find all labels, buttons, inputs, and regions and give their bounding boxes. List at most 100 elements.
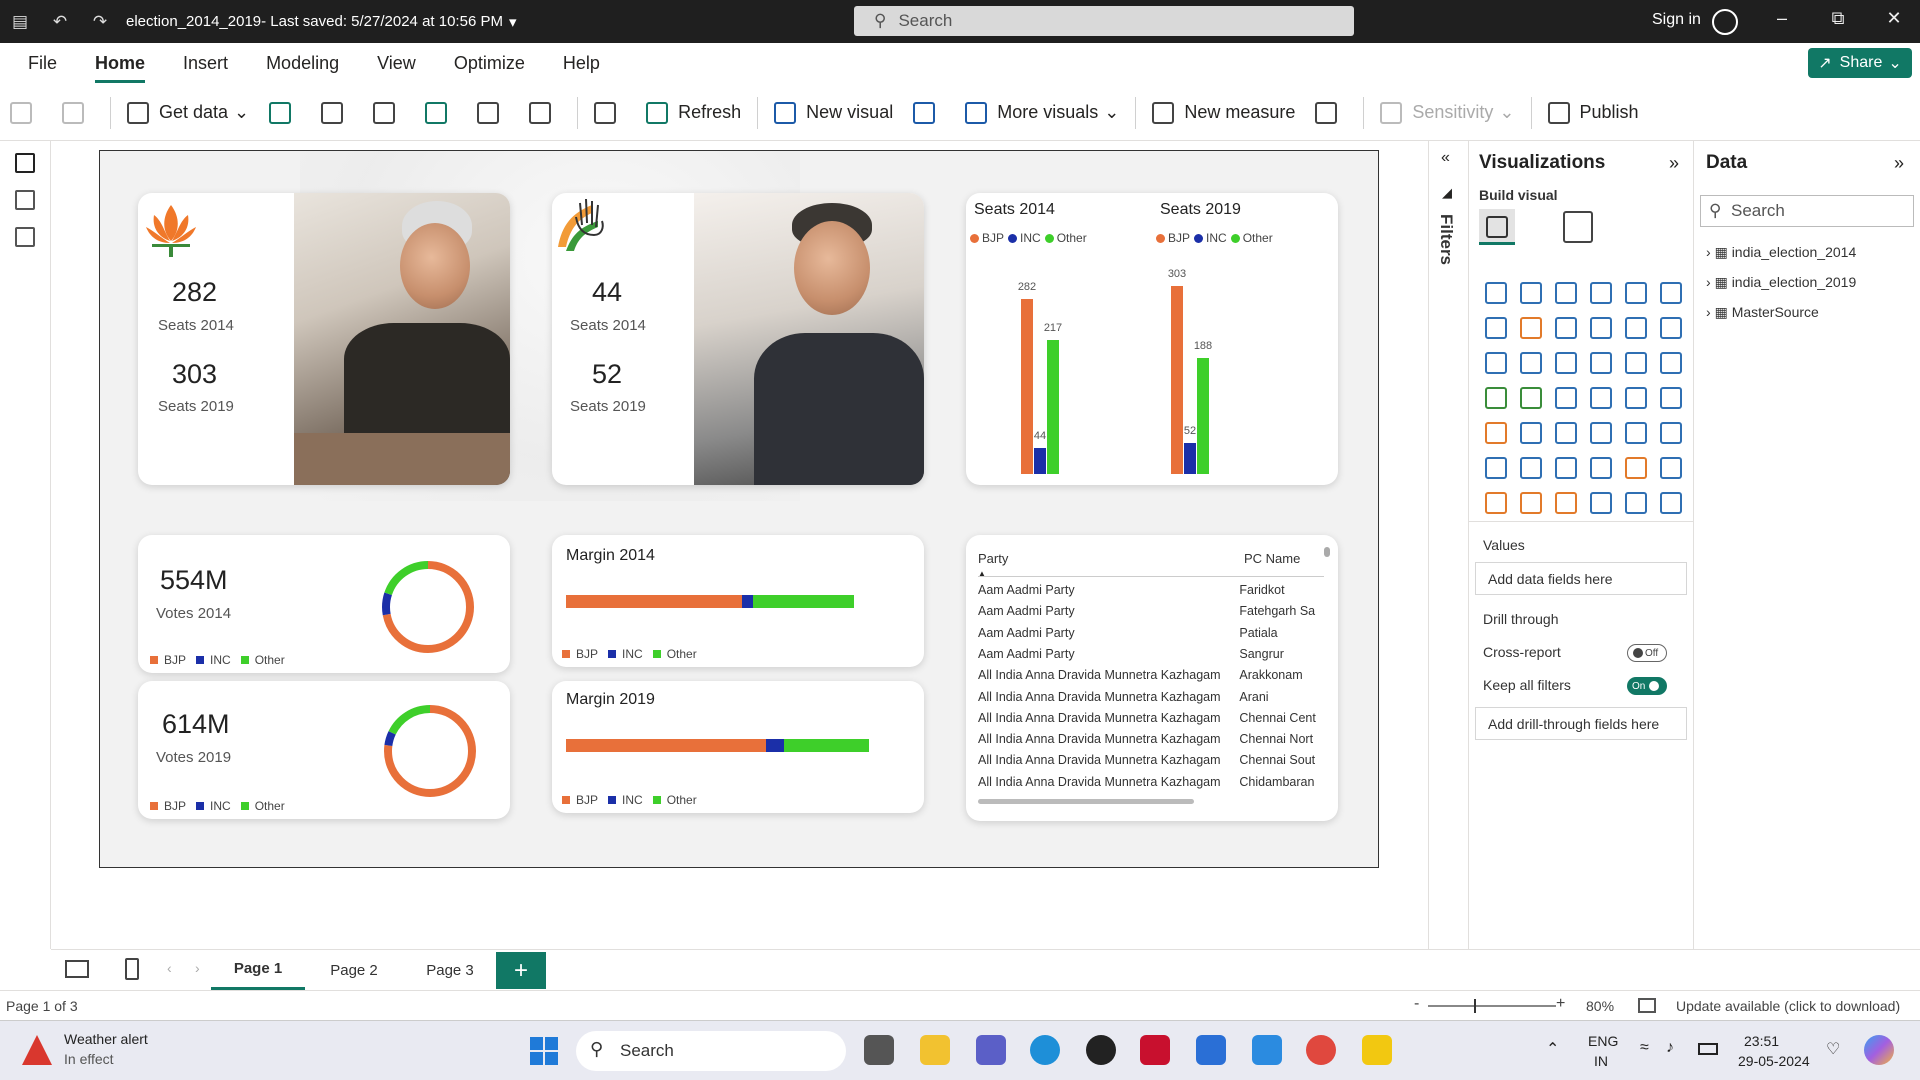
keep-filters-toggle[interactable]: On	[1627, 677, 1667, 695]
visual-type-icon[interactable]	[1520, 422, 1542, 444]
dataverse-button[interactable]	[477, 101, 509, 124]
visual-type-icon[interactable]	[1590, 457, 1612, 479]
new-visual-button[interactable]: New visual	[774, 101, 893, 124]
visual-type-icon[interactable]	[1485, 492, 1507, 514]
weather-alert-title[interactable]: Weather alert	[64, 1031, 148, 1047]
margin-2014-card[interactable]: Margin 2014 BJP INC Other	[552, 535, 924, 667]
chevron-right-icon[interactable]: ›	[195, 960, 200, 976]
table-row[interactable]: All India Anna Dravida Munnetra Kazhagam…	[978, 732, 1318, 753]
seats-chart-card[interactable]: Seats 2014 BJP INC Other Seats 2019 BJP …	[966, 193, 1338, 485]
visual-type-icon[interactable]	[1555, 352, 1577, 374]
seats-bar-inc-2019[interactable]	[1183, 442, 1197, 475]
menu-modeling[interactable]: Modeling	[266, 53, 339, 74]
visual-type-icon[interactable]	[1590, 422, 1612, 444]
visual-type-icon[interactable]	[1625, 492, 1647, 514]
clock-time[interactable]: 23:51	[1744, 1033, 1779, 1049]
seats-bar-other-2019[interactable]	[1196, 357, 1210, 475]
save-icon[interactable]: ▤	[0, 12, 40, 32]
table-header-pc-name[interactable]: PC Name	[1244, 551, 1300, 566]
inc-seats-card[interactable]: 44 Seats 2014 52 Seats 2019	[552, 193, 924, 485]
language-region[interactable]: IN	[1594, 1053, 1608, 1069]
mobile-layout-icon[interactable]	[125, 958, 139, 980]
tab-page-1[interactable]: Page 1	[211, 950, 305, 990]
visual-type-icon[interactable]	[1590, 387, 1612, 409]
new-measure-button[interactable]: New measure	[1152, 101, 1295, 124]
visual-type-icon[interactable]	[1520, 492, 1542, 514]
table-row[interactable]: All India Anna Dravida Munnetra Kazhagam…	[978, 690, 1318, 711]
margin-segment-bjp[interactable]	[566, 595, 742, 608]
mcafee-icon[interactable]	[1140, 1035, 1170, 1065]
more-visuals-button[interactable]: More visuals ⌄	[965, 101, 1119, 124]
values-drop-well[interactable]: Add data fields here	[1475, 562, 1687, 595]
title-search-input[interactable]: ⚲ Search	[854, 6, 1354, 36]
visual-type-icon[interactable]	[1555, 457, 1577, 479]
table-row[interactable]: All India Anna Dravida Munnetra Kazhagam…	[978, 668, 1318, 689]
votes-2014-card[interactable]: 554M Votes 2014 BJP INC Other	[138, 535, 510, 673]
party-table[interactable]: Party PC Name ▲ Aam Aadmi Party Faridkot A…	[966, 535, 1338, 821]
margin-segment-inc[interactable]	[741, 595, 754, 608]
file-explorer-icon[interactable]	[920, 1035, 950, 1065]
margin-segment-other[interactable]	[753, 595, 854, 608]
zoom-out-icon[interactable]: -	[1414, 995, 1419, 1013]
vscode-icon[interactable]	[1252, 1035, 1282, 1065]
update-available-link[interactable]: Update available (click to download)	[1676, 998, 1900, 1014]
visual-type-icon[interactable]	[1590, 492, 1612, 514]
visual-type-icon[interactable]	[1555, 282, 1577, 304]
zoom-slider-thumb[interactable]	[1474, 999, 1476, 1013]
visual-type-icon[interactable]	[1485, 457, 1507, 479]
table-horizontal-scrollbar[interactable]	[978, 799, 1194, 804]
visual-type-icon[interactable]	[1555, 492, 1577, 514]
battery-icon[interactable]	[1698, 1043, 1718, 1055]
visual-type-icon[interactable]	[1520, 387, 1542, 409]
table-row[interactable]: All India Anna Dravida Munnetra Kazhagam…	[978, 753, 1318, 774]
visual-type-icon[interactable]	[1590, 317, 1612, 339]
menu-view[interactable]: View	[377, 53, 416, 74]
close-icon[interactable]: ✕	[1874, 8, 1914, 29]
zoom-in-icon[interactable]: +	[1556, 995, 1565, 1013]
sql-button[interactable]	[373, 101, 405, 124]
collapse-pane-icon[interactable]: »	[1894, 153, 1904, 174]
visual-type-icon[interactable]	[1485, 352, 1507, 374]
clock-date[interactable]: 29-05-2024	[1738, 1053, 1810, 1069]
chevron-up-icon[interactable]: ⌃	[1546, 1039, 1559, 1059]
table-row[interactable]: Aam Aadmi Party Patiala	[978, 626, 1318, 647]
language-code[interactable]: ENG	[1588, 1033, 1618, 1049]
visual-type-icon[interactable]	[1660, 387, 1682, 409]
visual-type-icon[interactable]	[1520, 457, 1542, 479]
task-view-icon[interactable]	[864, 1035, 894, 1065]
teams-icon[interactable]	[976, 1035, 1006, 1065]
publish-button[interactable]: Publish	[1547, 101, 1639, 124]
visual-type-icon[interactable]	[1625, 317, 1647, 339]
menu-help[interactable]: Help	[563, 53, 600, 74]
table-row[interactable]: Aam Aadmi Party Sangrur	[978, 647, 1318, 668]
weather-alert-icon[interactable]	[22, 1035, 52, 1065]
desktop-layout-icon[interactable]	[65, 960, 89, 978]
quick-measure-button[interactable]	[1315, 101, 1347, 124]
notification-bell-icon[interactable]: ♡	[1826, 1039, 1840, 1059]
copilot-icon[interactable]	[1864, 1035, 1894, 1065]
menu-insert[interactable]: Insert	[183, 53, 228, 74]
visual-type-icon[interactable]	[1520, 317, 1542, 339]
visual-type-icon[interactable]	[1555, 387, 1577, 409]
filters-label[interactable]: Filters	[1436, 214, 1456, 265]
visual-type-icon[interactable]	[1660, 492, 1682, 514]
visual-type-icon[interactable]	[1485, 387, 1507, 409]
seats-bar-other-2014[interactable]	[1046, 338, 1060, 475]
sign-in-link[interactable]: Sign in	[1652, 11, 1701, 29]
menu-optimize[interactable]: Optimize	[454, 53, 525, 74]
seats-bar-bjp-2014[interactable]	[1020, 298, 1034, 475]
table-vertical-scrollbar[interactable]	[1324, 547, 1330, 557]
chevron-left-icon[interactable]: ‹	[167, 960, 172, 976]
collapse-pane-icon[interactable]: »	[1669, 153, 1679, 174]
visual-type-icon[interactable]	[1660, 282, 1682, 304]
chevron-down-icon[interactable]: ▾	[509, 13, 517, 31]
zoom-slider[interactable]	[1428, 1005, 1556, 1007]
table-item-india-election-2014[interactable]: › ▦ india_election_2014	[1706, 244, 1856, 261]
table-row[interactable]: All India Anna Dravida Munnetra Kazhagam…	[978, 711, 1318, 732]
visual-type-icon[interactable]	[1660, 317, 1682, 339]
visual-type-icon[interactable]	[1625, 282, 1647, 304]
table-row[interactable]: Aam Aadmi Party Fatehgarh Sa	[978, 604, 1318, 625]
model-view-icon[interactable]	[15, 227, 35, 247]
visual-type-icon[interactable]	[1485, 282, 1507, 304]
table-item-mastersource[interactable]: › ▦ MasterSource	[1706, 304, 1819, 321]
